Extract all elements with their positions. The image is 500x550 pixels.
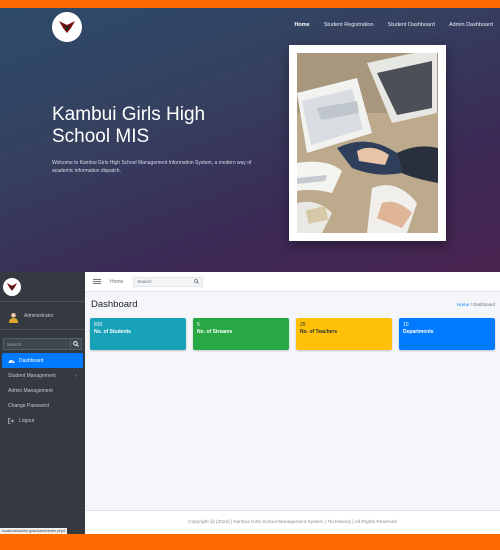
sidebar-item-label: Logout <box>19 417 35 424</box>
stat-box-departments[interactable]: 10 Departments <box>399 318 495 350</box>
nav-student-dashboard[interactable]: Student Dashboard <box>381 22 442 28</box>
breadcrumb: Home / Dashboard <box>457 302 495 307</box>
sidebar-item-admin-management[interactable]: Admin Management <box>2 383 83 398</box>
topbar-search-input[interactable]: Search <box>133 276 204 287</box>
business-handshake-photo <box>297 53 438 233</box>
breadcrumb-home[interactable]: Home <box>457 302 469 307</box>
top-accent-strip <box>0 0 500 8</box>
footer-copyright: Copyright @ [2024] | Kambui Girls School… <box>188 520 397 525</box>
sidebar-item-label: Dashboard <box>19 357 44 364</box>
stat-boxes: 830 No. of Students 5 No. of Streams 25 … <box>90 318 495 350</box>
admin-dashboard-app: Administrator Search Dashboard Student M… <box>0 272 500 534</box>
main-nav: Home Student Registration Student Dashbo… <box>287 22 500 28</box>
stat-label: No. of Teachers <box>300 329 338 335</box>
sidebar-search-input[interactable]: Search <box>3 338 70 350</box>
landing-hero: Home Student Registration Student Dashbo… <box>0 8 500 272</box>
sidebar: Administrator Search Dashboard Student M… <box>0 272 85 534</box>
stat-value: 5 <box>197 322 200 328</box>
stat-label: No. of Students <box>94 329 131 335</box>
avatar <box>8 310 19 323</box>
nav-home[interactable]: Home <box>287 22 316 28</box>
hero-description: Welcome to Kambui Girls High School Mana… <box>52 160 252 174</box>
nav-admin-dashboard[interactable]: Admin Dashboard <box>442 22 500 28</box>
sidebar-item-dashboard[interactable]: Dashboard <box>2 353 83 368</box>
stat-label: Departments <box>403 329 434 335</box>
footer: Copyright @ [2024] | Kambui Girls School… <box>85 510 500 534</box>
content-header: Dashboard Home / Dashboard <box>91 296 495 312</box>
stat-value: 10 <box>403 322 409 328</box>
topbar: Home Search <box>85 272 500 292</box>
sidebar-item-label: Change Password <box>8 402 49 409</box>
sidebar-item-student-management[interactable]: Student Management ‹ <box>2 368 83 383</box>
search-icon[interactable] <box>70 338 82 350</box>
logout-icon <box>8 417 16 424</box>
chevron-left-icon: ‹ <box>75 372 77 379</box>
menu-toggle-icon[interactable] <box>93 279 101 284</box>
breadcrumb-separator: / <box>470 301 472 307</box>
sidebar-search: Search <box>3 338 82 350</box>
stat-box-teachers[interactable]: 25 No. of Teachers <box>296 318 392 350</box>
topbar-search-placeholder: Search <box>137 279 152 284</box>
school-crest-icon[interactable] <box>52 12 82 42</box>
sidebar-menu: Dashboard Student Management ‹ Admin Man… <box>0 353 85 428</box>
hero-title: Kambui Girls High School MIS <box>52 104 206 147</box>
dashboard-icon <box>8 358 16 364</box>
breadcrumb-current: Dashboard <box>472 301 495 307</box>
stat-box-students[interactable]: 830 No. of Students <box>90 318 186 350</box>
stat-box-streams[interactable]: 5 No. of Streams <box>193 318 289 350</box>
page-title: Dashboard <box>91 298 138 310</box>
stat-value: 830 <box>94 322 103 328</box>
sidebar-item-label: Admin Management <box>8 387 53 394</box>
user-name: Administrator <box>24 312 54 319</box>
stat-label: No. of Streams <box>197 329 233 335</box>
sidebar-item-change-password[interactable]: Change Password <box>2 398 83 413</box>
search-icon[interactable] <box>194 278 200 285</box>
school-crest-icon <box>3 277 21 296</box>
stat-value: 25 <box>300 322 306 328</box>
bottom-accent-strip <box>0 534 500 550</box>
sidebar-brand[interactable] <box>0 272 85 302</box>
sidebar-item-logout[interactable]: Logout <box>2 413 83 428</box>
sidebar-item-label: Student Management <box>8 372 56 379</box>
nav-student-registration[interactable]: Student Registration <box>317 22 381 28</box>
topbar-home-link[interactable]: Home <box>110 279 123 285</box>
hero-image-card <box>289 45 446 241</box>
sidebar-user-panel[interactable]: Administrator <box>0 302 85 330</box>
screenshot: Home Student Registration Student Dashbo… <box>0 0 500 550</box>
